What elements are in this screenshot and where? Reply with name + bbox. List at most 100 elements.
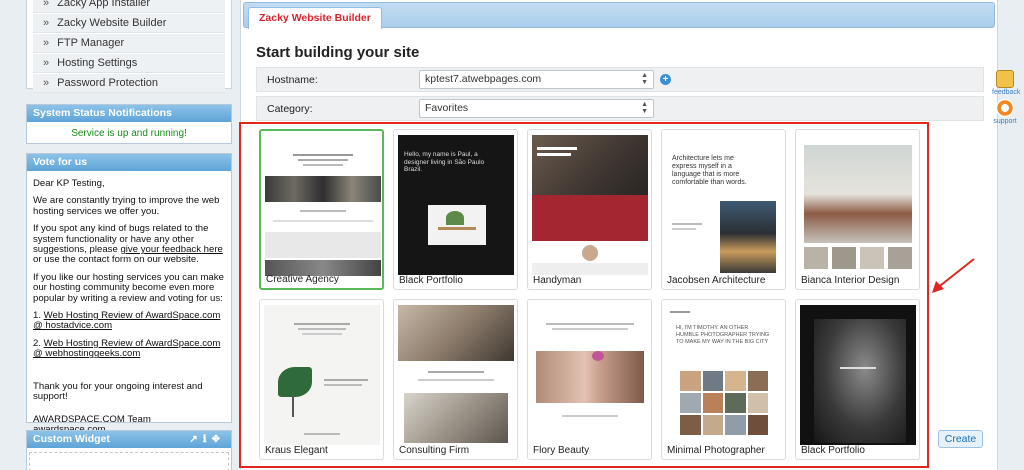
template-card-bianca-interior-design[interactable]: Bianca Interior Design <box>795 129 920 290</box>
bullet-icon: » <box>43 57 50 69</box>
main-content: Zacky Website Builder Start building you… <box>239 0 998 470</box>
menu-item-label: FTP Manager <box>57 37 125 49</box>
vote-greeting: Dear KP Testing, <box>33 178 105 189</box>
template-name: Jacobsen Architecture <box>667 275 766 286</box>
support-button[interactable]: support <box>992 99 1018 125</box>
vote-text: or use the contact form on our website. <box>33 254 199 266</box>
vote-paragraph-1: We are constantly trying to improve the … <box>33 195 220 217</box>
feedback-label: feedback <box>992 89 1021 96</box>
feedback-button[interactable]: feedback <box>992 70 1021 96</box>
thumb-text: Hello, my name is Paul, a designer livin… <box>404 151 485 173</box>
widget-toolbar: ↗ℹ✥ <box>189 431 225 448</box>
left-sidebar: » Zacky App Installer » Zacky Website Buil… <box>26 0 232 470</box>
vote-panel-body: Dear KP Testing, We are constantly tryin… <box>27 171 231 435</box>
custom-widget-panel: Custom Widget ↗ℹ✥ <box>26 430 232 470</box>
template-name: Handyman <box>533 275 582 286</box>
category-value: Favorites <box>425 102 469 114</box>
bullet-icon: » <box>43 17 50 29</box>
menu-item-website-builder[interactable]: » Zacky Website Builder <box>33 14 225 33</box>
vote-panel-title: Vote for us <box>27 154 231 171</box>
template-card-consulting-firm[interactable]: Consulting Firm <box>393 299 518 460</box>
template-name: Consulting Firm <box>399 445 470 456</box>
template-name: Minimal Photographer <box>667 445 765 456</box>
hostname-value: kptest7.atwebpages.com <box>425 73 542 85</box>
template-card-black-portfolio-2[interactable]: Black Portfolio <box>795 299 920 460</box>
thumb-text: Architecture lets me express myself in a… <box>672 155 747 186</box>
support-label: support <box>993 118 1017 125</box>
widget-drop-area <box>29 452 229 470</box>
team-name: AWARDSPACE.COM Team <box>33 413 151 425</box>
template-name: Black Portfolio <box>399 275 463 286</box>
hostname-label: Hostname: <box>267 74 318 86</box>
category-label: Category: <box>267 103 313 115</box>
template-name: Bianca Interior Design <box>801 275 900 286</box>
hostname-row: Hostname: kptest7.atwebpages.com ▲ ▼ + <box>256 67 984 92</box>
template-name: Flory Beauty <box>533 445 590 456</box>
photo-grid <box>680 371 768 435</box>
menu-item-label: Zacky App Installer <box>57 0 151 9</box>
template-grid-highlight: Creative Agency Hello, my name is Paul, … <box>239 122 929 468</box>
vote-thanks: Thank you for your ongoing interest and … <box>33 380 203 403</box>
template-card-black-portfolio[interactable]: Hello, my name is Paul, a designer livin… <box>393 129 518 290</box>
thumb-text: HI, I'M TIMOTHY. AN OTHER HUMBLE PHOTOGR… <box>676 325 770 345</box>
template-card-handyman[interactable]: Handyman <box>527 129 652 290</box>
menu-item-label: Zacky Website Builder <box>57 17 167 29</box>
review-link-number: 2. <box>33 337 44 349</box>
tab-zacky-website-builder[interactable]: Zacky Website Builder <box>248 7 382 29</box>
select-arrows-icon: ▲ ▼ <box>641 72 648 86</box>
move-icon[interactable]: ✥ <box>212 434 225 445</box>
create-button[interactable]: Create <box>938 430 983 448</box>
review-link-webhostinggeeks[interactable]: Web Hosting Review of AwardSpace.com @ w… <box>33 338 220 359</box>
template-thumbnail: Architecture lets me express myself in a… <box>666 135 782 275</box>
template-thumbnail <box>264 305 380 445</box>
annotation-arrow-icon <box>932 258 975 293</box>
hostname-select[interactable]: kptest7.atwebpages.com ▲ ▼ <box>419 70 654 89</box>
vote-paragraph-3: If you like our hosting services you can… <box>33 271 224 304</box>
template-thumbnail <box>532 135 648 275</box>
tab-bar: Zacky Website Builder <box>243 2 995 29</box>
menu-item-hosting-settings[interactable]: » Hosting Settings <box>33 54 225 73</box>
template-thumbnail: Hello, my name is Paul, a designer livin… <box>398 135 514 275</box>
template-thumbnail <box>265 136 381 276</box>
template-name: Kraus Elegant <box>265 445 328 456</box>
category-row: Category: Favorites ▲ ▼ <box>256 96 984 121</box>
feedback-link[interactable]: give your feedback here <box>120 244 222 255</box>
bullet-icon: » <box>43 0 50 9</box>
page-title: Start building your site <box>256 44 420 61</box>
template-thumbnail <box>398 305 514 445</box>
template-card-flory-beauty[interactable]: Flory Beauty <box>527 299 652 460</box>
template-card-minimal-photographer[interactable]: HI, I'M TIMOTHY. AN OTHER HUMBLE PHOTOGR… <box>661 299 786 460</box>
collapse-icon[interactable]: ↗ <box>189 434 202 445</box>
template-name: Creative Agency <box>266 274 339 285</box>
review-link-number: 1. <box>33 310 44 322</box>
status-message: Service is up and running! <box>71 128 187 139</box>
template-card-jacobsen-architecture[interactable]: Architecture lets me express myself in a… <box>661 129 786 290</box>
custom-widget-title: Custom Widget ↗ℹ✥ <box>27 431 231 448</box>
template-name: Black Portfolio <box>801 445 865 456</box>
menu-item-ftp-manager[interactable]: » FTP Manager <box>33 34 225 53</box>
bullet-icon: » <box>43 37 50 49</box>
template-thumbnail <box>532 305 648 445</box>
lifebuoy-icon <box>996 99 1014 117</box>
vote-paragraph-2: If you spot any kind of bugs related to … <box>33 224 225 266</box>
review-link-hostadvice[interactable]: Web Hosting Review of AwardSpace.com @ h… <box>33 310 220 331</box>
template-thumbnail <box>800 305 916 445</box>
review-link-1-row: 1. Web Hosting Review of AwardSpace.com … <box>33 310 225 332</box>
status-panel: System Status Notifications Service is u… <box>26 104 232 144</box>
add-hostname-button[interactable]: + <box>660 74 671 85</box>
menu-item-app-installer[interactable]: » Zacky App Installer <box>33 0 225 13</box>
hosting-tools-menu: » Zacky App Installer » Zacky Website Buil… <box>26 0 232 93</box>
template-card-creative-agency[interactable]: Creative Agency <box>259 129 384 290</box>
vote-panel: Vote for us Dear KP Testing, We are cons… <box>26 153 232 435</box>
menu-item-label: Password Protection <box>57 77 159 89</box>
template-card-kraus-elegant[interactable]: Kraus Elegant <box>259 299 384 460</box>
menu-item-password-protection[interactable]: » Password Protection <box>33 74 225 93</box>
menu-item-label: Hosting Settings <box>57 57 138 69</box>
info-icon[interactable]: ℹ <box>203 434 212 445</box>
template-thumbnail: HI, I'M TIMOTHY. AN OTHER HUMBLE PHOTOGR… <box>666 305 782 445</box>
category-select[interactable]: Favorites ▲ ▼ <box>419 99 654 118</box>
select-arrows-icon: ▲ ▼ <box>641 101 648 115</box>
bullet-icon: » <box>43 77 50 89</box>
review-link-2-row: 2. Web Hosting Review of AwardSpace.com … <box>33 337 225 360</box>
custom-widget-title-text: Custom Widget <box>33 433 110 445</box>
